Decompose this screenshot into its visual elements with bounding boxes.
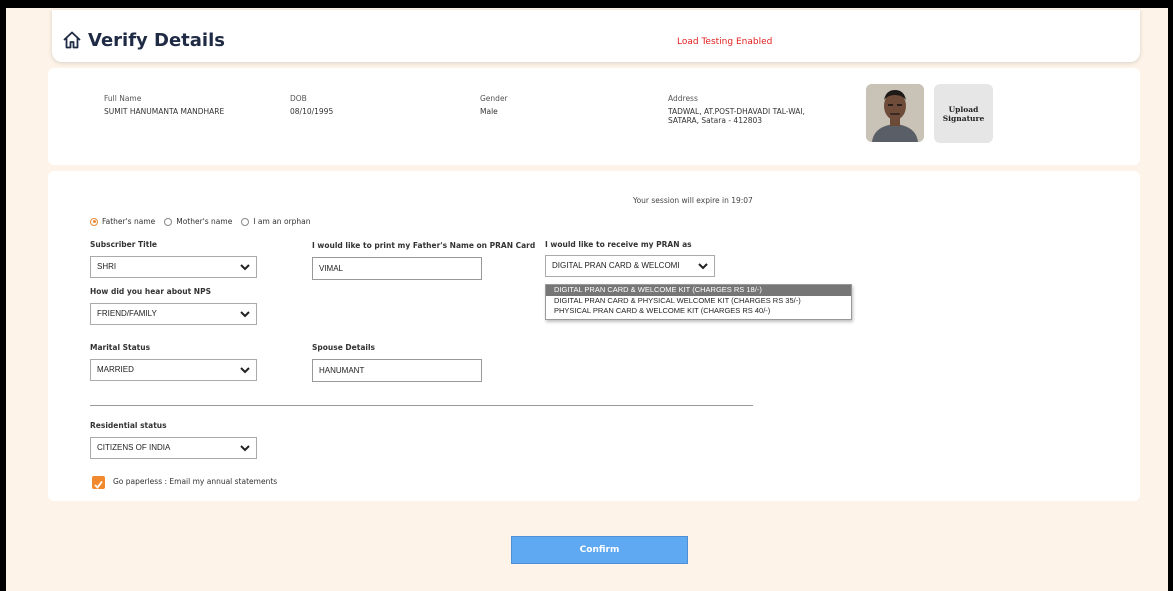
session-timer-text: Your session will expire in 19:07: [633, 196, 753, 205]
gender-label: Gender: [480, 94, 508, 103]
confirm-button[interactable]: Confirm: [511, 536, 688, 564]
residential-status-value: CITIZENS OF INDIA: [97, 443, 171, 452]
page-frame: Verify Details Load Testing Enabled Full…: [6, 8, 1168, 591]
upload-signature-line2: Signature: [942, 113, 985, 123]
address-label: Address: [668, 94, 698, 103]
address-line2: SATARA, Satara - 412803: [668, 116, 763, 125]
spouse-details-input[interactable]: HANUMANT: [312, 359, 482, 382]
radio-unselected-icon: [241, 217, 250, 226]
radio-unselected-icon: [164, 217, 173, 226]
subscriber-info-card: Full Name SUMIT HANUMANTA MANDHARE DOB 0…: [48, 68, 1140, 165]
pran-option-digital-physical[interactable]: DIGITAL PRAN CARD & PHYSICAL WELCOME KIT…: [546, 296, 851, 307]
hear-about-value: FRIEND/FAMILY: [97, 309, 157, 318]
load-testing-notice: Load Testing Enabled: [677, 37, 773, 47]
radio-selected-icon: [90, 217, 98, 226]
spouse-details-label: Spouse Details: [312, 343, 375, 352]
radio-orphan-label: I am an orphan: [253, 217, 311, 226]
page-title: Verify Details: [88, 30, 225, 51]
upload-signature-line1: Upload: [948, 104, 979, 114]
paperless-checkbox[interactable]: [92, 476, 105, 489]
pran-option-physical[interactable]: PHYSICAL PRAN CARD & WELCOME KIT (CHARGE…: [546, 306, 851, 317]
marital-status-select[interactable]: MARRIED: [90, 359, 257, 381]
full-name-value: SUMIT HANUMANTA MANDHARE: [104, 107, 225, 116]
radio-orphan[interactable]: I am an orphan: [241, 217, 310, 226]
section-divider: [90, 405, 753, 406]
radio-mothers-name-label: Mother's name: [176, 217, 233, 226]
chevron-down-icon: [698, 263, 708, 270]
marital-status-label: Marital Status: [90, 343, 151, 352]
subscriber-photo: [866, 84, 924, 142]
hear-about-label: How did you hear about NPS: [90, 287, 211, 296]
chevron-down-icon: [240, 311, 250, 318]
residential-status-select[interactable]: CITIZENS OF INDIA: [90, 437, 257, 459]
dob-label: DOB: [290, 94, 307, 103]
home-icon[interactable]: [62, 30, 82, 50]
pran-option-digital-welcome[interactable]: DIGITAL PRAN CARD & WELCOME KIT (CHARGES…: [546, 285, 851, 296]
upload-signature-button[interactable]: Upload Signature: [934, 84, 993, 143]
marital-status-value: MARRIED: [97, 365, 134, 374]
radio-mothers-name[interactable]: Mother's name: [164, 217, 232, 226]
address-line1: TADWAL, AT.POST-DHAVADI TAL-WAI,: [668, 107, 805, 116]
details-form-card: Your session will expire in 19:07 Father…: [48, 171, 1140, 501]
radio-fathers-name-label: Father's name: [102, 217, 156, 226]
print-name-input[interactable]: VIMAL: [312, 257, 482, 280]
print-name-label: I would like to print my Father's Name o…: [312, 241, 536, 250]
receive-pran-value: DIGITAL PRAN CARD & WELCOMI: [552, 261, 680, 270]
paperless-label: Go paperless : Email my annual statement…: [113, 477, 278, 486]
chevron-down-icon: [240, 264, 250, 271]
subscriber-title-value: SHRI: [97, 262, 117, 271]
subscriber-title-select[interactable]: SHRI: [90, 256, 257, 278]
gender-value: Male: [480, 107, 498, 116]
chevron-down-icon: [240, 445, 250, 452]
receive-pran-select[interactable]: DIGITAL PRAN CARD & WELCOMI: [545, 255, 715, 277]
receive-pran-dropdown-list: DIGITAL PRAN CARD & WELCOME KIT (CHARGES…: [545, 284, 852, 320]
checkmark-icon: [94, 480, 103, 489]
header-bar: Verify Details Load Testing Enabled: [52, 10, 1140, 62]
subscriber-title-label: Subscriber Title: [90, 240, 157, 249]
hear-about-select[interactable]: FRIEND/FAMILY: [90, 303, 257, 325]
radio-fathers-name[interactable]: Father's name: [90, 217, 155, 226]
residential-status-label: Residential status: [90, 421, 167, 430]
full-name-label: Full Name: [104, 94, 142, 103]
chevron-down-icon: [240, 367, 250, 374]
dob-value: 08/10/1995: [290, 107, 334, 116]
receive-pran-label: I would like to receive my PRAN as: [545, 240, 692, 249]
name-choice-radio-group: Father's name Mother's name I am an orph…: [90, 217, 319, 226]
